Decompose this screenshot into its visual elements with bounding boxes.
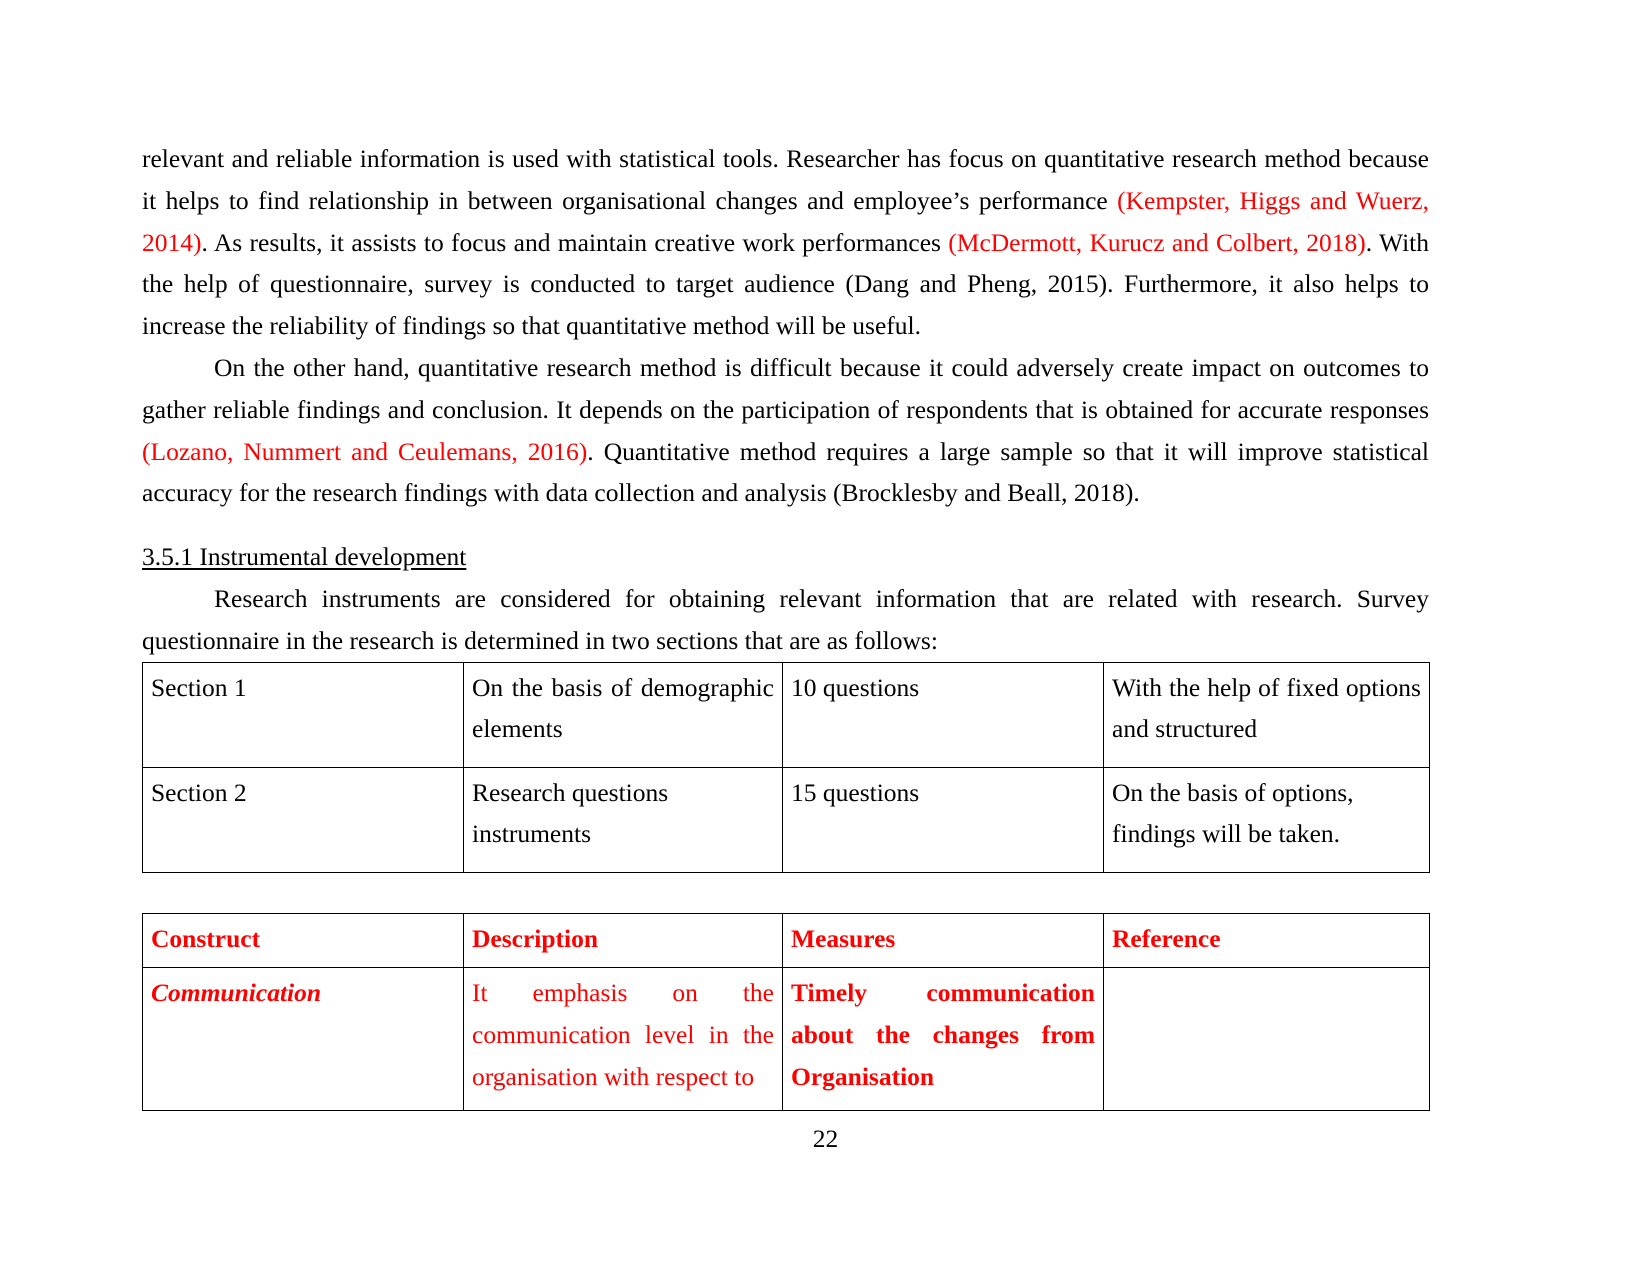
citation-lozano: (Lozano, Nummert and Ceulemans, 2016) — [142, 436, 588, 466]
sections-cell-section: Section 1 — [142, 661, 464, 768]
sections-cell-notes: With the help of fixed options and struc… — [1103, 661, 1430, 768]
construct-table: Construct Description Measures Reference… — [142, 912, 1430, 1112]
construct-cell-name: Communication — [142, 967, 464, 1112]
construct-header-measures: Measures — [782, 912, 1104, 969]
spacer-between-tables — [142, 873, 1429, 893]
paragraph-two-segment-1: On the other hand, quantitative research… — [142, 352, 1429, 424]
sections-cell-notes: On the basis of options, findings will b… — [1103, 766, 1430, 873]
spacer-between-tables-2 — [142, 893, 1429, 913]
table-row: Section 1 On the basis of demographic el… — [142, 661, 1430, 768]
paragraph-one: relevant and reliable information is use… — [142, 138, 1429, 347]
construct-cell-measures: Timely communication about the changes f… — [782, 967, 1104, 1112]
table-row: Section 2 Research questions instruments… — [142, 766, 1430, 873]
construct-header-reference: Reference — [1103, 912, 1430, 969]
sections-cell-questions: 15 questions — [782, 766, 1104, 873]
page-number: 22 — [812, 1124, 839, 1153]
construct-cell-description: It emphasis on the communication level i… — [463, 967, 783, 1112]
spacer-before-heading — [142, 514, 1429, 536]
paragraph-three: Research instruments are considered for … — [142, 583, 1429, 655]
construct-cell-reference — [1103, 967, 1430, 1112]
sections-cell-questions: 10 questions — [782, 661, 1104, 768]
sections-cell-basis: On the basis of demographic elements — [463, 661, 783, 768]
sections-table: Section 1 On the basis of demographic el… — [142, 661, 1430, 873]
sections-cell-basis: Research questions instruments — [463, 766, 783, 873]
citation-mcdermott: (McDermott, Kurucz and Colbert, 2018) — [948, 227, 1366, 257]
construct-header-construct: Construct — [142, 912, 464, 969]
heading-3-5-1: 3.5.1 Instrumental development — [142, 542, 467, 572]
sections-cell-section: Section 2 — [142, 766, 464, 873]
table-row: Communication It emphasis on the communi… — [142, 967, 1430, 1112]
paragraph-two: On the other hand, quantitative research… — [142, 347, 1429, 514]
paragraph-one-segment-2: . As results, it assists to focus and ma… — [201, 227, 949, 257]
construct-table-header-row: Construct Description Measures Reference — [142, 912, 1430, 969]
page-content: relevant and reliable information is use… — [142, 138, 1430, 1112]
construct-header-description: Description — [463, 912, 783, 969]
document-page: relevant and reliable information is use… — [0, 0, 1651, 1275]
